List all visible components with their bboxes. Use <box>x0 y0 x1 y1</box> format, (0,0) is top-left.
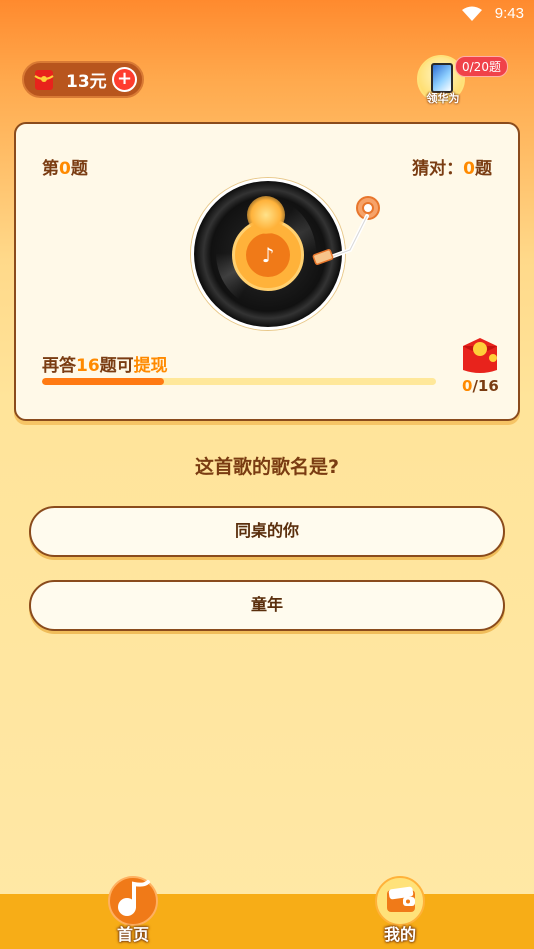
withdraw-progress-bar <box>42 378 436 385</box>
question-index-prefix: 第 <box>42 159 59 179</box>
bottom-nav <box>0 894 534 949</box>
nav-home[interactable]: 首页 <box>103 876 163 946</box>
balance-pill[interactable]: 13元 + <box>22 61 144 98</box>
correct-count-prefix: 猜对： <box>412 159 464 179</box>
question-index-number: 0 <box>59 159 71 179</box>
tonearm-icon <box>312 196 380 265</box>
red-packet-icon <box>34 69 54 90</box>
music-note-icon: ♪ <box>246 233 290 277</box>
phone-icon <box>431 63 453 93</box>
answer-option-2[interactable]: 童年 <box>29 580 505 631</box>
vinyl-glow <box>247 196 285 234</box>
red-envelope-count: 0/16 <box>462 377 499 395</box>
withdraw-text-c: 提现 <box>133 356 168 376</box>
wifi-icon <box>462 6 482 21</box>
answer-option-1[interactable]: 同桌的你 <box>29 506 505 557</box>
status-time: 9:43 <box>494 5 524 22</box>
withdraw-text-a: 再答 <box>42 356 76 376</box>
correct-count-number: 0 <box>463 159 475 179</box>
correct-count: 猜对：0题 <box>412 154 492 179</box>
phone-reward-label: 领华为 <box>426 92 460 105</box>
nav-mine-label: 我的 <box>383 925 416 944</box>
music-note-icon <box>108 876 158 926</box>
red-envelope-total: /16 <box>472 377 499 395</box>
red-envelope-icon[interactable] <box>457 336 503 376</box>
correct-count-suffix: 题 <box>475 159 492 179</box>
nav-mine[interactable]: 我的 <box>370 876 430 946</box>
withdraw-progress-fill <box>42 378 165 385</box>
question-index: 第0题 <box>42 154 88 179</box>
withdraw-remaining-number: 16 <box>76 356 100 376</box>
nav-home-label: 首页 <box>116 925 149 944</box>
balance-amount: 13元 <box>66 72 107 92</box>
wallet-icon <box>375 876 425 926</box>
withdraw-progress-label: 再答16题可提现 <box>42 351 168 376</box>
quiz-card: 第0题 猜对：0题 ♪ 再答16题可提现 0/16 <box>14 122 520 421</box>
status-bar: 9:43 <box>0 0 534 28</box>
question-index-suffix: 题 <box>70 159 88 179</box>
red-envelope-current: 0 <box>462 377 473 395</box>
reward-progress-badge: 0/20题 <box>455 56 508 77</box>
question-text: 这首歌的歌名是? <box>194 456 340 478</box>
add-balance-button[interactable]: + <box>112 67 137 92</box>
withdraw-text-b: 题可 <box>99 356 134 376</box>
